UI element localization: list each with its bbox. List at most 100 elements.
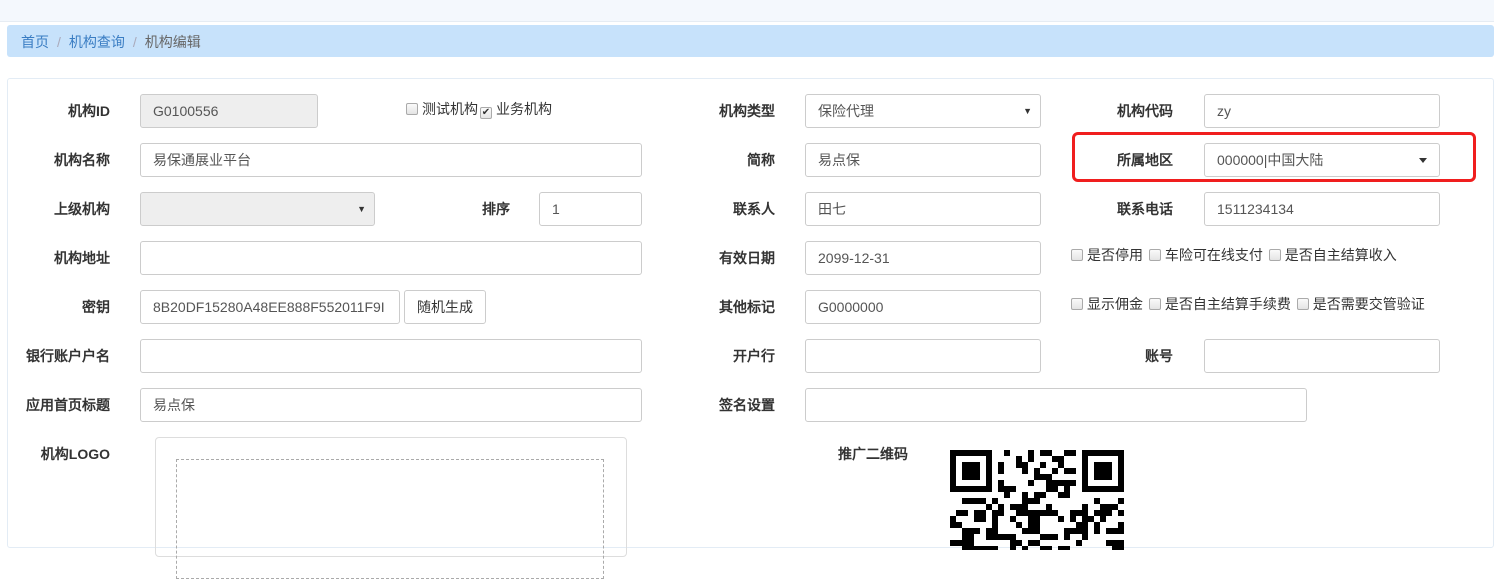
qr-module — [1046, 480, 1052, 486]
online-pay-label: 车险可在线支付 — [1164, 247, 1263, 263]
show-commission-checkbox[interactable] — [1071, 298, 1083, 310]
other-mark-input[interactable]: G0000000 — [805, 290, 1041, 324]
qr-module — [1028, 516, 1034, 522]
qr-module — [1118, 522, 1124, 528]
qr-module — [1022, 492, 1028, 498]
breadcrumb-home[interactable]: 首页 — [21, 34, 49, 50]
qr-module — [1094, 510, 1100, 516]
qr-module — [1064, 480, 1070, 486]
qr-module — [1058, 546, 1064, 550]
qr-module — [1082, 516, 1088, 522]
app-title-input[interactable]: 易点保 — [140, 388, 642, 422]
qr-module — [1016, 540, 1022, 546]
qr-module — [1052, 510, 1058, 516]
qr-module — [1112, 540, 1118, 546]
traffic-verify-label: 是否需要交管验证 — [1312, 296, 1425, 312]
qr-module — [968, 534, 974, 540]
qr-module — [1046, 510, 1052, 516]
qr-module — [1076, 510, 1082, 516]
bank-input[interactable] — [805, 339, 1041, 373]
parent-org-select[interactable]: ▼ — [140, 192, 375, 226]
qr-module — [1046, 486, 1052, 492]
random-generate-button[interactable]: 随机生成 — [404, 290, 486, 324]
qr-module — [1052, 534, 1058, 540]
self-settle-income-checkbox[interactable] — [1268, 249, 1281, 261]
short-name-input[interactable]: 易点保 — [805, 143, 1041, 177]
logo-dropzone[interactable] — [176, 459, 604, 579]
qr-module — [1064, 486, 1070, 492]
qr-module — [1100, 504, 1106, 510]
traffic-verify-checkbox[interactable] — [1296, 298, 1309, 310]
org-type-label: 机构类型 — [719, 103, 775, 119]
org-code-input[interactable]: zy — [1204, 94, 1440, 128]
qr-module — [1004, 450, 1010, 456]
qr-module — [962, 534, 968, 540]
qr-module — [968, 540, 974, 546]
qr-module — [962, 546, 968, 550]
qr-module — [1070, 510, 1076, 516]
qr-module — [1028, 498, 1034, 504]
qr-module — [1034, 474, 1040, 480]
qr-module — [1094, 498, 1100, 504]
qr-module — [998, 534, 1004, 540]
qr-module — [1046, 534, 1052, 540]
qr-module — [998, 486, 1004, 492]
qr-module — [1106, 504, 1112, 510]
qr-code-image — [950, 450, 1124, 550]
qr-module — [956, 522, 962, 528]
phone-label: 联系电话 — [1117, 201, 1173, 217]
contact-input[interactable]: 田七 — [805, 192, 1041, 226]
signature-input[interactable] — [805, 388, 1307, 422]
address-input[interactable] — [140, 241, 642, 275]
org-type-select[interactable]: 保险代理 ▼ — [805, 94, 1041, 128]
logo-upload-area[interactable] — [155, 437, 627, 579]
org-id-input[interactable]: G0100556 — [140, 94, 318, 128]
qr-module — [1022, 546, 1028, 550]
qr-module — [1058, 492, 1064, 498]
qr-module — [1076, 528, 1082, 534]
qr-module — [1106, 528, 1112, 534]
qr-module — [1016, 504, 1022, 510]
breadcrumb-org-query[interactable]: 机构查询 — [69, 34, 125, 50]
qr-module — [998, 468, 1004, 474]
qr-module — [1022, 504, 1028, 510]
phone-input[interactable]: 1511234134 — [1204, 192, 1440, 226]
valid-date-input[interactable]: 2099-12-31 — [805, 241, 1041, 275]
secret-input[interactable]: 8B20DF15280A48EE888F552011F9I — [140, 290, 400, 324]
org-name-label: 机构名称 — [54, 152, 110, 168]
qr-module — [1094, 528, 1100, 534]
qr-module — [1040, 474, 1046, 480]
biz-org-checkbox[interactable]: ✔ — [480, 107, 492, 119]
qr-module — [1034, 516, 1040, 522]
qr-module — [986, 504, 992, 510]
qr-module — [1082, 522, 1088, 528]
breadcrumb-separator: / — [132, 34, 137, 50]
parent-org-label: 上级机构 — [54, 201, 110, 217]
qr-module — [986, 546, 992, 550]
account-no-input[interactable] — [1204, 339, 1440, 373]
qr-module — [1010, 486, 1016, 492]
org-name-input[interactable]: 易保通展业平台 — [140, 143, 642, 177]
test-org-checkbox[interactable] — [406, 103, 418, 115]
qr-module — [1028, 540, 1034, 546]
disabled-checkbox[interactable] — [1071, 249, 1083, 261]
qr-module — [1064, 450, 1070, 456]
qr-module — [1034, 528, 1040, 534]
qr-module — [1028, 456, 1034, 462]
qr-module — [1010, 516, 1016, 522]
qr-module — [956, 510, 962, 516]
qr-module — [986, 528, 992, 534]
online-pay-checkbox[interactable] — [1148, 249, 1161, 261]
qr-module — [1040, 450, 1046, 456]
qr-module — [974, 528, 980, 534]
qr-module — [974, 546, 980, 550]
qr-module — [1118, 528, 1124, 534]
sort-input[interactable]: 1 — [539, 192, 642, 226]
qr-module — [1052, 480, 1058, 486]
qr-module — [992, 498, 998, 504]
bank-account-name-input[interactable] — [140, 339, 642, 373]
qr-module — [1052, 456, 1058, 462]
qr-module — [1034, 492, 1040, 498]
qr-module — [992, 534, 998, 540]
self-settle-fee-checkbox[interactable] — [1148, 298, 1161, 310]
